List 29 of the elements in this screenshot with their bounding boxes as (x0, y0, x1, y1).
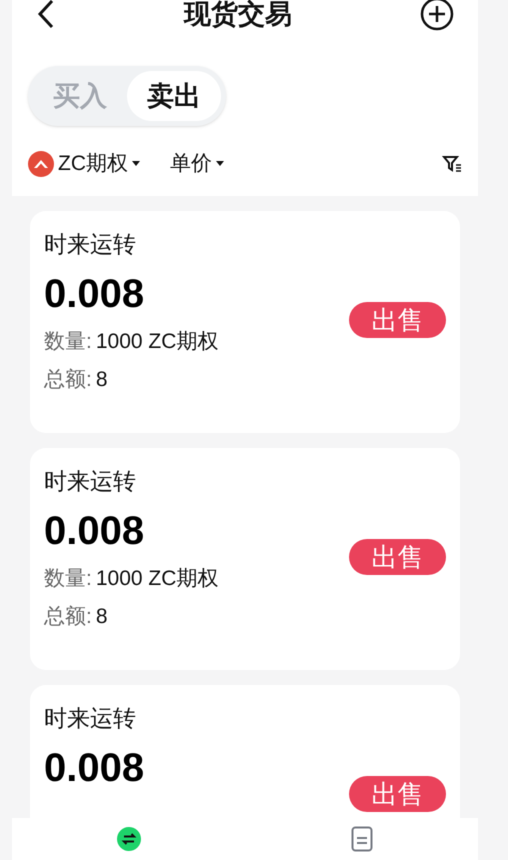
sell-button[interactable]: 出售 (349, 776, 446, 812)
total-label: 总额: (44, 367, 92, 393)
sell-button[interactable]: 出售 (349, 539, 446, 575)
order-name: 时来运转 (44, 467, 137, 496)
caret-icon (132, 161, 140, 167)
quantity-value: 1000 ZC期权 (96, 566, 218, 592)
tab[interactable]: 买入 (33, 71, 127, 121)
filter-icon[interactable] (442, 154, 462, 174)
sell-button[interactable]: 出售 (349, 302, 446, 338)
quantity-label: 数量: (44, 566, 92, 592)
document-icon[interactable] (350, 826, 372, 852)
tab[interactable]: 卖出 (127, 71, 221, 121)
quantity-value: 1000 ZC期权 (96, 329, 218, 355)
order-name: 时来运转 (44, 230, 137, 259)
filter-dropdown[interactable]: 单价 (170, 148, 224, 180)
token-logo-icon (28, 151, 54, 177)
order-price: 0.008 (44, 271, 146, 318)
quantity-label: 数量: (44, 329, 92, 355)
order-price: 0.008 (44, 745, 146, 792)
total-label: 总额: (44, 604, 92, 630)
order-price: 0.008 (44, 508, 146, 555)
filter-dropdown[interactable]: ZC期权 (28, 148, 140, 180)
back-icon[interactable] (36, 0, 56, 29)
order-name: 时来运转 (44, 704, 137, 733)
swap-icon[interactable] (116, 826, 142, 852)
total-value: 8 (96, 604, 108, 630)
add-icon[interactable] (420, 0, 454, 31)
total-value: 8 (96, 367, 108, 393)
caret-icon (216, 161, 224, 167)
